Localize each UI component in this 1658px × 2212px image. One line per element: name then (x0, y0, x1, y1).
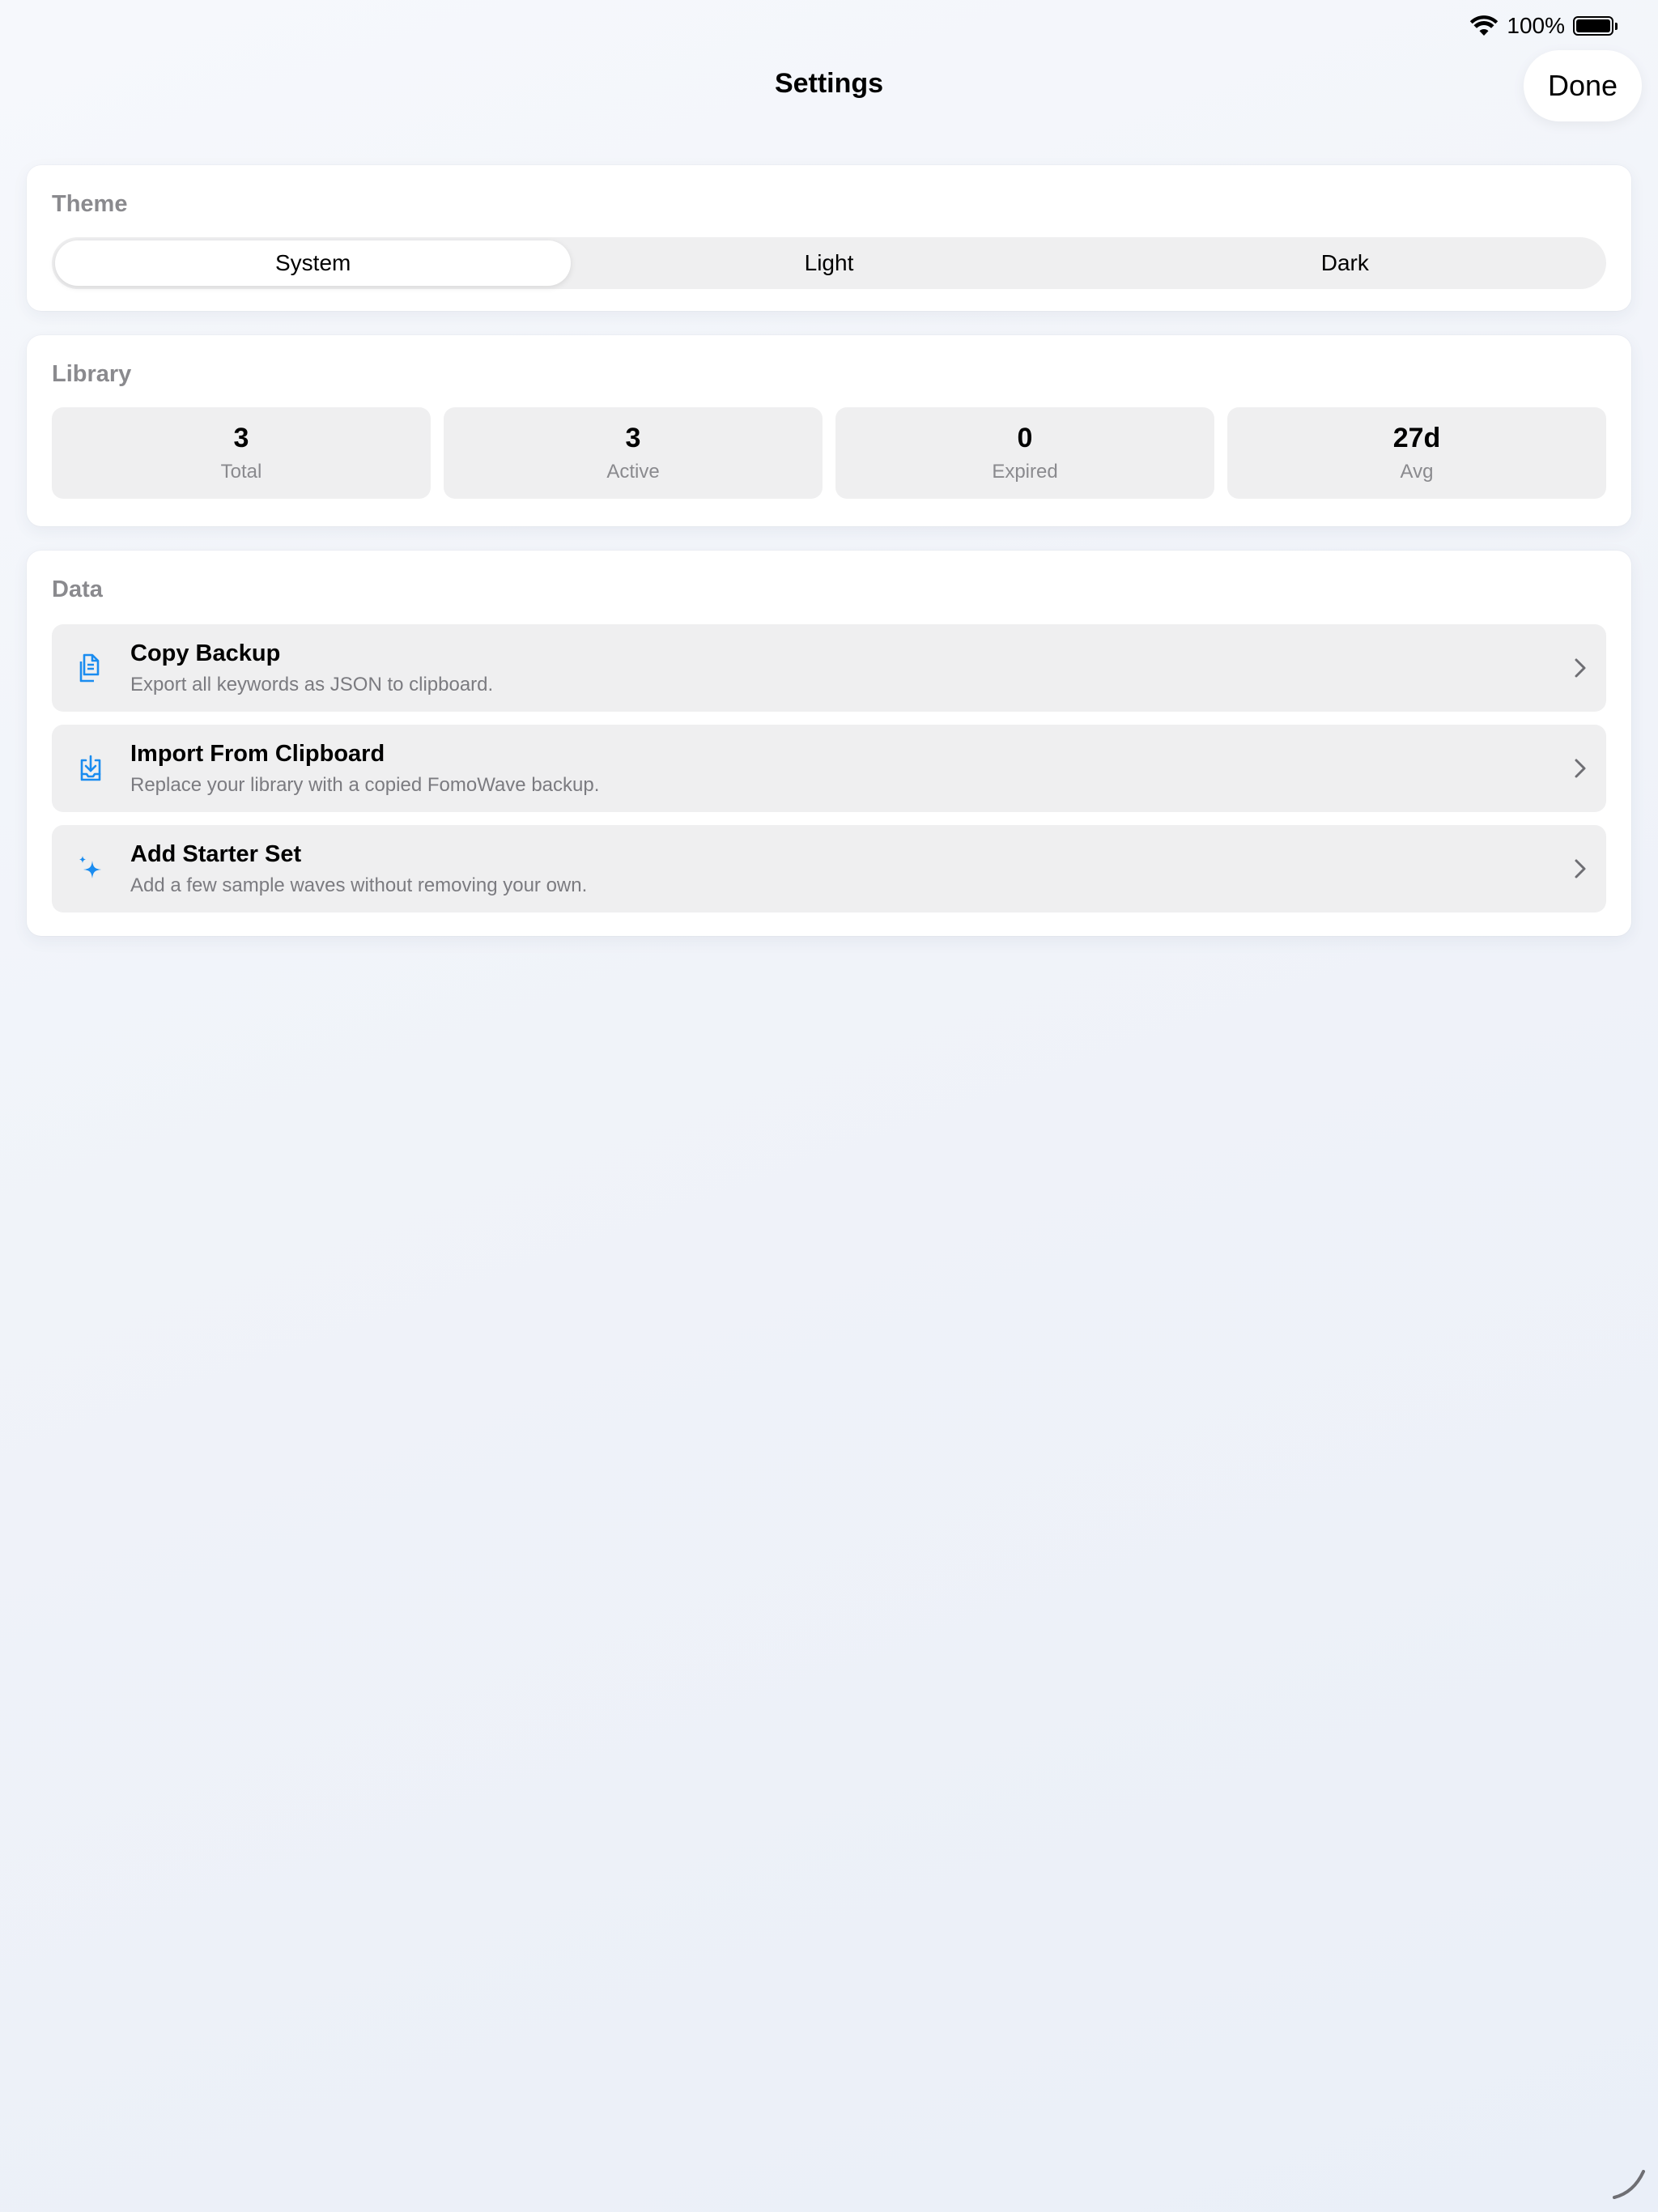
stat-expired: 0 Expired (835, 407, 1214, 499)
row-subtitle: Add a few sample waves without removing … (130, 874, 588, 896)
battery-fill (1576, 19, 1610, 32)
theme-segmented-control: System Light Dark (52, 237, 1606, 289)
theme-card: Theme System Light Dark (27, 165, 1631, 311)
row-subtitle: Replace your library with a copied FomoW… (130, 773, 600, 796)
stat-label: Avg (1400, 461, 1434, 483)
data-card: Data Copy Backup Export all keywords as … (27, 551, 1631, 936)
theme-header: Theme (52, 191, 128, 217)
row-title: Copy Backup (130, 640, 281, 666)
theme-option-system[interactable]: System (55, 240, 572, 286)
data-rows: Copy Backup Export all keywords as JSON … (52, 624, 1606, 912)
theme-option-light[interactable]: Light (571, 240, 1086, 286)
chevron-right-icon (1571, 656, 1590, 680)
add-starter-set-row[interactable]: Add Starter Set Add a few sample waves w… (52, 825, 1606, 912)
data-header: Data (52, 576, 103, 602)
stat-label: Total (220, 461, 262, 483)
import-tray-icon (74, 752, 107, 785)
stat-avg: 27d Avg (1227, 407, 1606, 499)
stat-value: 0 (1017, 423, 1033, 453)
row-title: Add Starter Set (130, 840, 302, 867)
row-subtitle: Export all keywords as JSON to clipboard… (130, 673, 494, 696)
stat-value: 3 (625, 423, 641, 453)
wifi-icon (1470, 15, 1499, 36)
stat-value: 27d (1392, 423, 1441, 453)
row-title: Import From Clipboard (130, 740, 385, 767)
theme-option-dark[interactable]: Dark (1087, 240, 1603, 286)
import-clipboard-row[interactable]: Import From Clipboard Replace your libra… (52, 725, 1606, 812)
chevron-right-icon (1571, 857, 1590, 881)
page-title: Settings (774, 68, 884, 99)
stat-label: Expired (992, 461, 1058, 483)
stat-total: 3 Total (52, 407, 431, 499)
status-bar: 100% (0, 0, 1658, 52)
stat-label: Active (606, 461, 660, 483)
library-header: Library (52, 361, 132, 387)
copy-backup-row[interactable]: Copy Backup Export all keywords as JSON … (52, 624, 1606, 712)
battery-icon (1573, 16, 1618, 36)
sparkles-icon (74, 853, 107, 885)
library-card: Library 3 Total 3 Active 0 Expired 27d A… (27, 335, 1631, 526)
stat-active: 3 Active (444, 407, 823, 499)
chevron-right-icon (1571, 756, 1590, 781)
library-stats: 3 Total 3 Active 0 Expired 27d Avg (52, 407, 1606, 499)
done-button[interactable]: Done (1524, 50, 1642, 121)
battery-percent: 100% (1507, 13, 1565, 38)
resize-grabber-icon[interactable] (1609, 2163, 1648, 2202)
stat-value: 3 (233, 423, 249, 453)
copy-document-icon (74, 652, 107, 684)
